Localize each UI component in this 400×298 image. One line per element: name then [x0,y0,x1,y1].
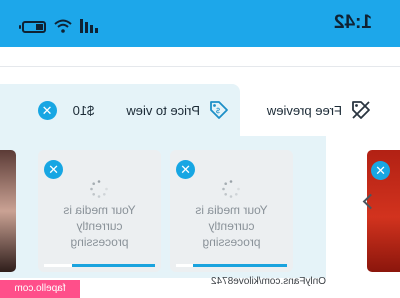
loading-spinner-icon [222,180,241,198]
system-icons [22,15,98,33]
battery-level [36,24,43,30]
tab-price-to-view-label: Price to view [126,102,200,118]
close-icon: ✕ [180,162,191,177]
remove-media-button[interactable]: ✕ [371,161,390,180]
close-icon: ✕ [41,102,53,118]
tab-bar: Free preview $ Price to view $10 ✕ [0,84,400,136]
status-time: 1:42 [333,12,372,33]
upload-progress-fill [71,264,155,267]
tab-free-preview[interactable]: Free preview [267,84,372,136]
media-thumbnail[interactable]: ✕ [367,150,400,272]
close-icon: ✕ [375,163,386,178]
remove-price-button[interactable]: ✕ [37,100,57,120]
price-amount: $10 [72,102,95,118]
watermark-text: OnlyFans.com/kilove8742 [210,276,326,287]
media-card-processing: Your media is currently processing ✕ [38,150,161,272]
tab-free-preview-label: Free preview [266,102,342,118]
close-icon: ✕ [48,162,59,177]
wifi-icon [54,19,72,33]
media-thumbnail[interactable] [0,150,16,272]
processing-message: Your media is currently processing [63,203,136,249]
loading-spinner-icon [90,180,109,198]
svg-text:$: $ [215,106,220,115]
processing-message: Your media is currently processing [195,203,268,249]
tag-off-icon [352,101,370,119]
signal-icon [80,19,98,33]
price-tag-icon: $ [210,101,228,119]
status-bar: 1:42 [0,0,400,47]
upload-progress-bar [44,264,155,267]
remove-media-button[interactable]: ✕ [44,160,63,179]
remove-media-button[interactable]: ✕ [176,160,195,179]
tab-price-to-view[interactable]: $ Price to view $10 ✕ [0,84,240,136]
site-watermark-badge: fapello.com [0,280,80,298]
battery-icon [22,21,46,33]
upload-progress-bar [176,264,287,267]
upload-progress-fill [192,264,287,267]
mirrored-screen: 1:42 Free preview $ Price to view $10 ✕ … [0,0,400,298]
media-card-processing: Your media is currently processing ✕ [170,150,293,272]
divider [0,66,400,67]
